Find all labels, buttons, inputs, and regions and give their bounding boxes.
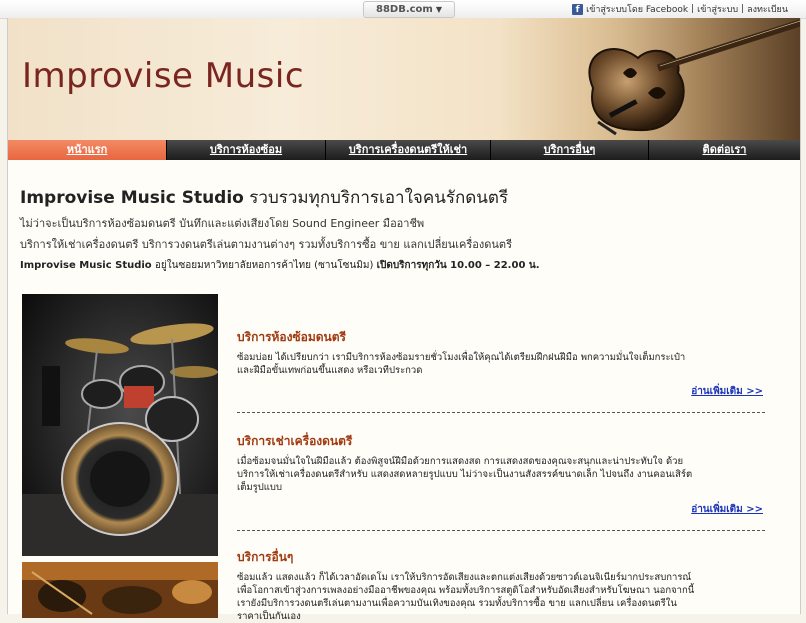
read-more-link[interactable]: อ่านเพิ่มเติม >> (691, 502, 763, 517)
service-title[interactable]: บริการอื่นๆ (237, 548, 765, 567)
hours-studio-name: Improvise Music Studio (20, 260, 152, 271)
nav-item-other-services[interactable]: บริการอื่นๆ (491, 140, 649, 160)
site-title: Improvise Music (22, 56, 305, 96)
service-description: เมื่อซ้อมจนมั่นใจในฝีมือแล้ว ต้องพิสูจน์… (237, 456, 693, 493)
facebook-login-link[interactable]: เข้าสู่ระบบโดย Facebook (586, 2, 688, 16)
brand-dropdown[interactable]: 88DB.com ▼ (363, 1, 455, 18)
service-title[interactable]: บริการเช่าเครื่องดนตรี (237, 432, 765, 451)
opening-hours: Improvise Music Studio อยู่ในซอยมหาวิทยา… (20, 258, 540, 273)
top-bar: 88DB.com ▼ f เข้าสู่ระบบโดย Facebook | เข… (0, 0, 806, 19)
nav-item-instrument-rental[interactable]: บริการเครื่องดนตรีให้เช่า (326, 140, 491, 160)
divider (237, 412, 765, 413)
account-links: f เข้าสู่ระบบโดย Facebook | เข้าสู่ระบบ … (572, 2, 788, 16)
service-description: ซ้อมแล้ว แสดงแล้ว ก็ได้เวลาอัดเดโม เราให… (237, 572, 695, 622)
separator: | (691, 4, 695, 14)
hours-location: อยู่ในซอยมหาวิทยาลัยหอการค้าไทย (ซานโซนม… (151, 260, 377, 271)
main-nav: หน้าแรก บริการห้องซ้อม บริการเครื่องดนตร… (8, 140, 800, 160)
nav-item-home[interactable]: หน้าแรก (8, 140, 167, 160)
guitar-image (568, 18, 800, 140)
studio-photo (22, 562, 218, 618)
page-frame: Improvise Music หน้าแรก บริการห้องซ้อม บ… (7, 18, 801, 622)
register-link[interactable]: ลงทะเบียน (747, 2, 788, 16)
intro-tagline: รวบรวมทุกบริการเอาใจคนรักดนตรี (243, 188, 509, 208)
studio-name: Improvise Music Studio (20, 188, 244, 208)
read-more-link[interactable]: อ่านเพิ่มเติม >> (691, 384, 763, 399)
drum-kit-photo (22, 294, 218, 556)
intro-line-1: ไม่ว่าจะเป็นบริการห้องซ้อมดนตรี บันทึกแล… (20, 217, 425, 230)
nav-item-rehearsal-room[interactable]: บริการห้องซ้อม (167, 140, 326, 160)
service-title[interactable]: บริการห้องซ้อมดนตรี (237, 328, 765, 347)
service-other: บริการอื่นๆ ซ้อมแล้ว แสดงแล้ว ก็ได้เวลาอ… (237, 548, 765, 623)
chevron-down-icon: ▼ (435, 5, 442, 14)
service-rehearsal: บริการห้องซ้อมดนตรี ซ้อมบ่อย ได้เปรียบกว… (237, 328, 765, 377)
intro-section: Improvise Music Studio รวบรวมทุกบริการเอ… (20, 184, 780, 253)
brand-label: 88DB.com (375, 4, 433, 15)
service-rehearsal-more: อ่านเพิ่มเติม >> (237, 384, 765, 398)
login-link[interactable]: เข้าสู่ระบบ (697, 2, 738, 16)
site-header: Improvise Music (8, 18, 800, 140)
separator: | (741, 4, 745, 14)
intro-line-2: บริการให้เช่าเครื่องดนตรี บริการวงดนตรีเ… (20, 238, 512, 251)
service-rental-more: อ่านเพิ่มเติม >> (237, 502, 765, 516)
nav-item-contact[interactable]: ติดต่อเรา (649, 140, 800, 160)
service-rental: บริการเช่าเครื่องดนตรี เมื่อซ้อมจนมั่นใจ… (237, 432, 765, 494)
divider (237, 530, 765, 531)
facebook-icon: f (572, 3, 584, 15)
service-description: ซ้อมบ่อย ได้เปรียบกว่า เรามีบริการห้องซ้… (237, 352, 686, 376)
intro-title: Improvise Music Studio รวบรวมทุกบริการเอ… (20, 184, 780, 211)
hours-time: เปิดบริการทุกวัน 10.00 – 22.00 น. (376, 260, 540, 271)
